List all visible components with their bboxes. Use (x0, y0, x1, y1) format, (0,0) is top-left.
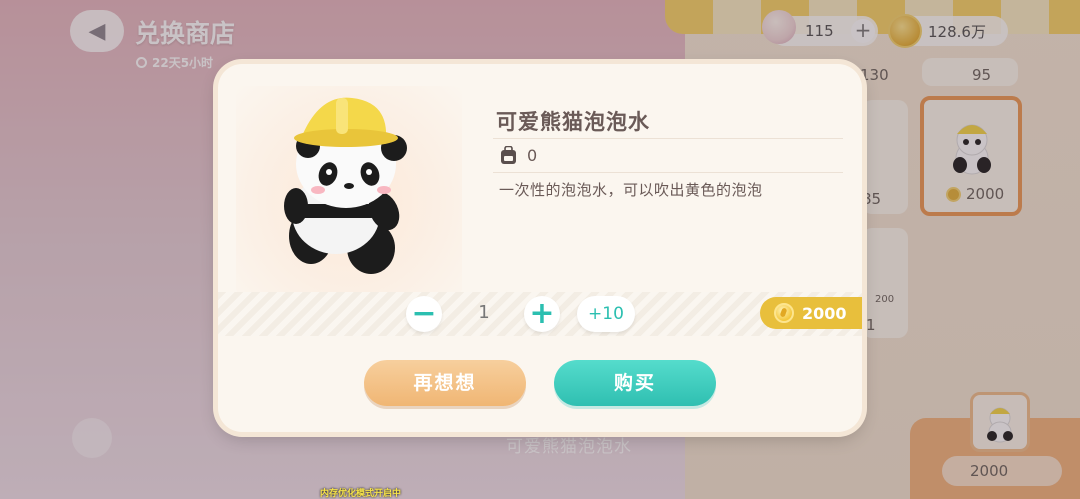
total-price: 2000 (760, 297, 862, 329)
divider (493, 172, 843, 173)
item-preview (236, 86, 462, 296)
quantity-value: 1 (478, 302, 490, 323)
minus-icon: − (411, 296, 437, 331)
cancel-button[interactable]: 再想想 (364, 360, 526, 406)
coin-icon (774, 303, 794, 323)
owned-count: 0 (527, 146, 538, 165)
panda-figure-icon (284, 97, 407, 274)
debug-status-text: 内存优化模式开启中 (320, 489, 402, 499)
purchase-dialog: 可爱熊猫泡泡水 0 一次性的泡泡水，可以吹出黄色的泡泡 − 1 + +10 20… (218, 64, 862, 432)
divider (493, 138, 843, 139)
decrease-quantity-button[interactable]: − (406, 296, 442, 332)
buy-button[interactable]: 购买 (554, 360, 716, 406)
increase-quantity-button[interactable]: + (524, 296, 560, 332)
owned-count-row: 0 (500, 146, 537, 165)
add-ten-button[interactable]: +10 (577, 296, 635, 332)
item-description: 一次性的泡泡水，可以吹出黄色的泡泡 (499, 181, 763, 199)
backpack-icon (501, 146, 516, 164)
total-price-value: 2000 (802, 303, 847, 323)
plus-icon: + (529, 296, 555, 331)
item-name: 可爱熊猫泡泡水 (496, 110, 650, 134)
